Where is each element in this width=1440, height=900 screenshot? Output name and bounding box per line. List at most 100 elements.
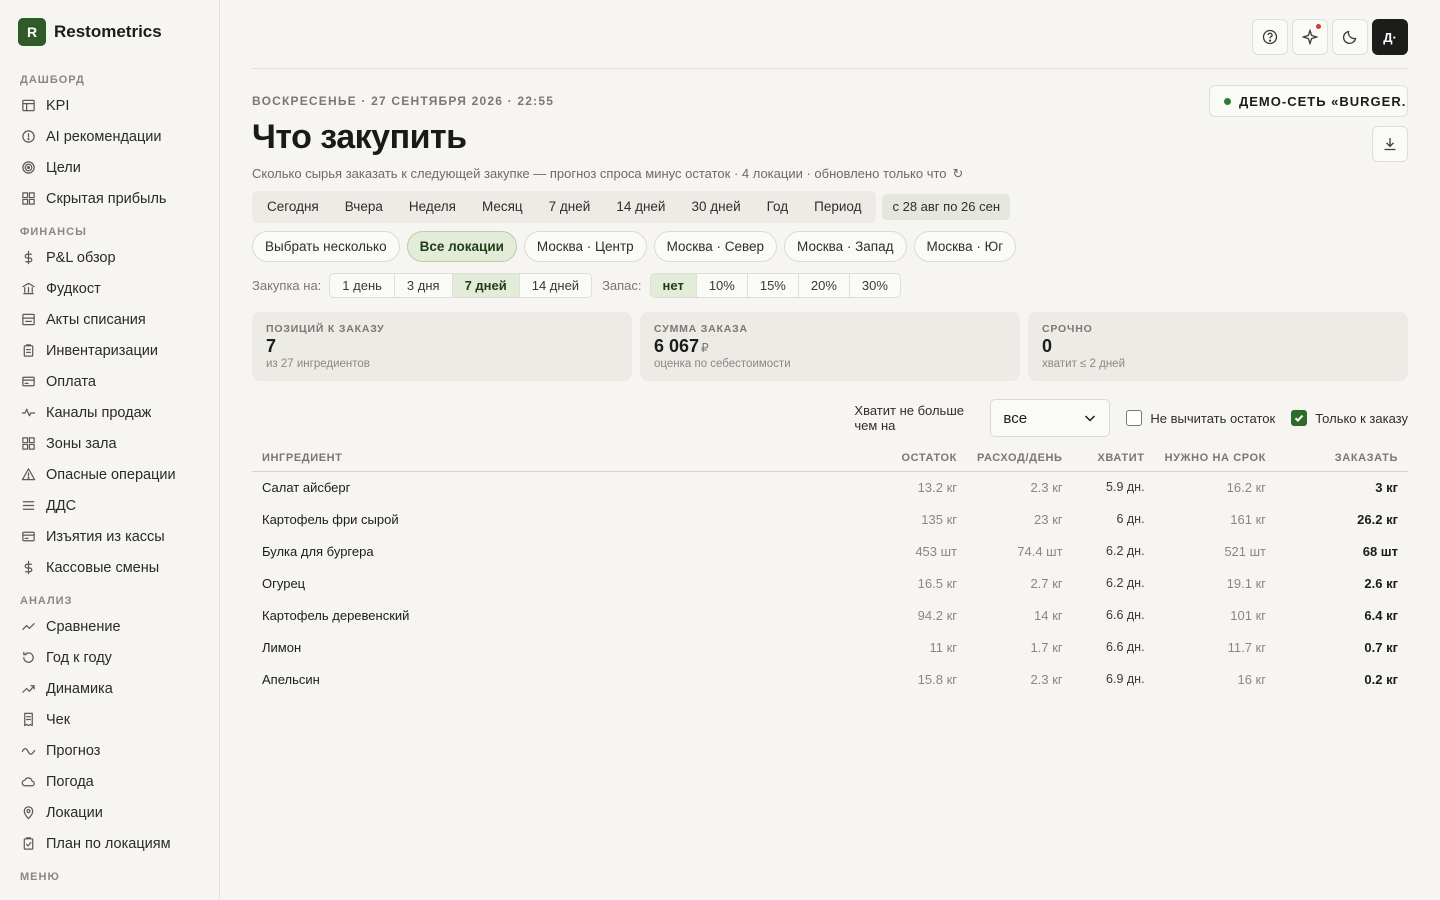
checkbox-checked-icon[interactable] — [1291, 410, 1308, 426]
sidebar-item[interactable]: Зоны зала — [0, 428, 219, 459]
dollar-icon — [20, 560, 36, 576]
column-header[interactable]: НУЖНО НА СРОК — [1154, 445, 1276, 472]
reserve-option[interactable]: нет — [650, 274, 697, 297]
card-icon — [20, 374, 36, 390]
sidebar-item[interactable]: Год к году — [0, 642, 219, 673]
table-row[interactable]: Лимон 11 кг 1.7 кг 6.6 дн. 11.7 кг 0.7 кг — [252, 631, 1408, 663]
column-header[interactable]: ЗАКАЗАТЬ — [1276, 445, 1408, 472]
sidebar-item[interactable]: Инвентаризации — [0, 335, 219, 366]
table-cell: 19.1 кг — [1226, 575, 1266, 591]
location-chip[interactable]: Все локации — [406, 231, 517, 262]
dollar-icon — [20, 250, 36, 266]
sidebar-item[interactable]: Фудкост — [0, 273, 219, 304]
location-chip[interactable]: Выбрать несколько — [252, 231, 400, 262]
reserve-option[interactable]: 30% — [850, 274, 900, 297]
sidebar-item[interactable]: Скрытая прибыль — [0, 183, 219, 214]
reserve-option[interactable]: 10% — [697, 274, 748, 297]
checkbox-empty-icon[interactable] — [1126, 410, 1143, 426]
table-row[interactable]: Булка для бургера 453 шт 74.4 шт 6.2 дн. 521… — [252, 535, 1408, 567]
sidebar-item[interactable]: Динамика — [0, 673, 219, 704]
sidebar-item[interactable]: Прогноз — [0, 735, 219, 766]
nav-section: ФИНАНСЫ P&L обзор Фудкост Акты списания Инве… — [0, 214, 219, 583]
column-header[interactable]: ХВАТИТ — [1072, 445, 1155, 472]
column-header[interactable]: ИНГРЕДИЕНТ — [252, 445, 878, 472]
sidebar-item-label: Кассовые смены — [46, 559, 160, 576]
period-tab[interactable]: Период — [801, 193, 874, 221]
period-tab[interactable]: 30 дней — [678, 193, 753, 221]
sidebar-item[interactable]: Опасные операции — [0, 459, 219, 490]
table-row[interactable]: Салат айсберг 13.2 кг 2.3 кг 5.9 дн. 16.2 кг… — [252, 471, 1408, 503]
column-header[interactable]: РАСХОД/ДЕНЬ — [967, 445, 1073, 472]
period-tab[interactable]: 14 дней — [603, 193, 678, 221]
sidebar-item[interactable]: Чек — [0, 704, 219, 735]
trend-icon — [20, 681, 36, 697]
wave-icon — [20, 743, 36, 759]
sidebar-item-label: Опасные операции — [46, 466, 176, 483]
download-button[interactable] — [1372, 126, 1408, 162]
ai-button[interactable] — [1292, 19, 1328, 55]
table-cell: 15.8 кг — [917, 671, 958, 687]
sidebar-item[interactable]: Изъятия из кассы — [0, 521, 219, 552]
sidebar-item-label: KPI — [46, 97, 70, 114]
refresh-icon[interactable]: ↻ — [953, 166, 964, 181]
brand[interactable]: R Restometrics — [0, 0, 219, 64]
period-tabs: Сегодня Вчера Неделя Месяц 7 дней 14 дней 30 д… — [252, 191, 877, 223]
sidebar-item[interactable]: Каналы продаж — [0, 397, 219, 428]
table-row[interactable]: Картофель деревенский 94.2 кг 14 кг 6.6 дн.… — [252, 599, 1408, 631]
sidebar-item[interactable]: Цели — [0, 152, 219, 183]
topbar: Д· — [252, 0, 1408, 69]
period-tab[interactable]: Год — [754, 193, 802, 221]
sidebar-item[interactable]: Сравнение — [0, 611, 219, 642]
table-row[interactable]: Огурец 16.5 кг 2.7 кг 6.2 дн. 19.1 кг 2.6 кг — [252, 567, 1408, 599]
location-chip[interactable]: Москва · Юг — [913, 231, 1017, 262]
history-icon — [20, 650, 36, 666]
sidebar-item-label: Чек — [46, 711, 71, 728]
pulse-icon — [20, 405, 36, 421]
sidebar-item[interactable]: Погода — [0, 766, 219, 797]
sidebar-item[interactable]: План по локациям — [0, 828, 219, 859]
period-tab[interactable]: Месяц — [469, 193, 536, 221]
sidebar-item[interactable]: Оплата — [0, 366, 219, 397]
reserve-option[interactable]: 15% — [748, 274, 799, 297]
purchase-option[interactable]: 1 день — [330, 274, 395, 297]
period-tab[interactable]: Вчера — [332, 193, 396, 221]
location-chip[interactable]: Москва · Запад — [784, 231, 907, 262]
purchase-option[interactable]: 3 дня — [395, 274, 453, 297]
sidebar-item[interactable]: AI рекомендации — [0, 121, 219, 152]
period-tab[interactable]: 7 дней — [536, 193, 604, 221]
sidebar-item[interactable]: KPI — [0, 90, 219, 121]
period-tab[interactable]: Сегодня — [254, 193, 332, 221]
only-order-checkbox[interactable]: Только к заказу — [1291, 410, 1408, 426]
purchase-label: Закупка на: — [252, 278, 322, 293]
no-subtract-checkbox[interactable]: Не вычитать остаток — [1126, 410, 1275, 426]
period-tab[interactable]: Неделя — [396, 193, 469, 221]
sidebar-item[interactable]: ДДС — [0, 490, 219, 521]
table-cell: 6.9 дн. — [1106, 672, 1145, 686]
table-row[interactable]: Картофель фри сырой 135 кг 23 кг 6 дн. 161 к… — [252, 503, 1408, 535]
avatar-button[interactable]: Д· — [1372, 19, 1408, 55]
cloud-icon — [20, 774, 36, 790]
date-range-chip[interactable]: с 28 авг по 26 сен — [882, 194, 1011, 220]
table-cell: 26.2 кг — [1357, 511, 1398, 527]
theme-toggle-button[interactable] — [1332, 19, 1368, 55]
enough-select[interactable]: все — [990, 399, 1111, 437]
purchase-option[interactable]: 7 дней — [452, 274, 520, 297]
table-cell: 11.7 кг — [1227, 639, 1266, 655]
kpi-value-row: 7 — [266, 336, 618, 357]
table-row[interactable]: Апельсин 15.8 кг 2.3 кг 6.9 дн. 16 кг 0.2 кг — [252, 663, 1408, 695]
location-chip[interactable]: Москва · Центр — [523, 231, 647, 262]
help-button[interactable] — [1252, 19, 1288, 55]
sidebar-item[interactable]: Локации — [0, 797, 219, 828]
purchase-option[interactable]: 14 дней — [520, 274, 591, 297]
location-chip[interactable]: Москва · Север — [653, 231, 778, 262]
sidebar-item[interactable]: Кассовые смены — [0, 552, 219, 583]
table-cell: 453 шт — [915, 543, 958, 559]
kpi-value-row: 6 067 ₽ — [654, 336, 1006, 357]
column-header[interactable]: ОСТАТОК — [877, 445, 968, 472]
receipt-icon — [20, 712, 36, 728]
reserve-option[interactable]: 20% — [799, 274, 850, 297]
sidebar-item-label: План по локациям — [46, 835, 171, 852]
sidebar-item[interactable]: P&L обзор — [0, 242, 219, 273]
org-selector[interactable]: ДЕМО-СЕТЬ «BURGER... — [1209, 85, 1408, 117]
sidebar-item[interactable]: Акты списания — [0, 304, 219, 335]
